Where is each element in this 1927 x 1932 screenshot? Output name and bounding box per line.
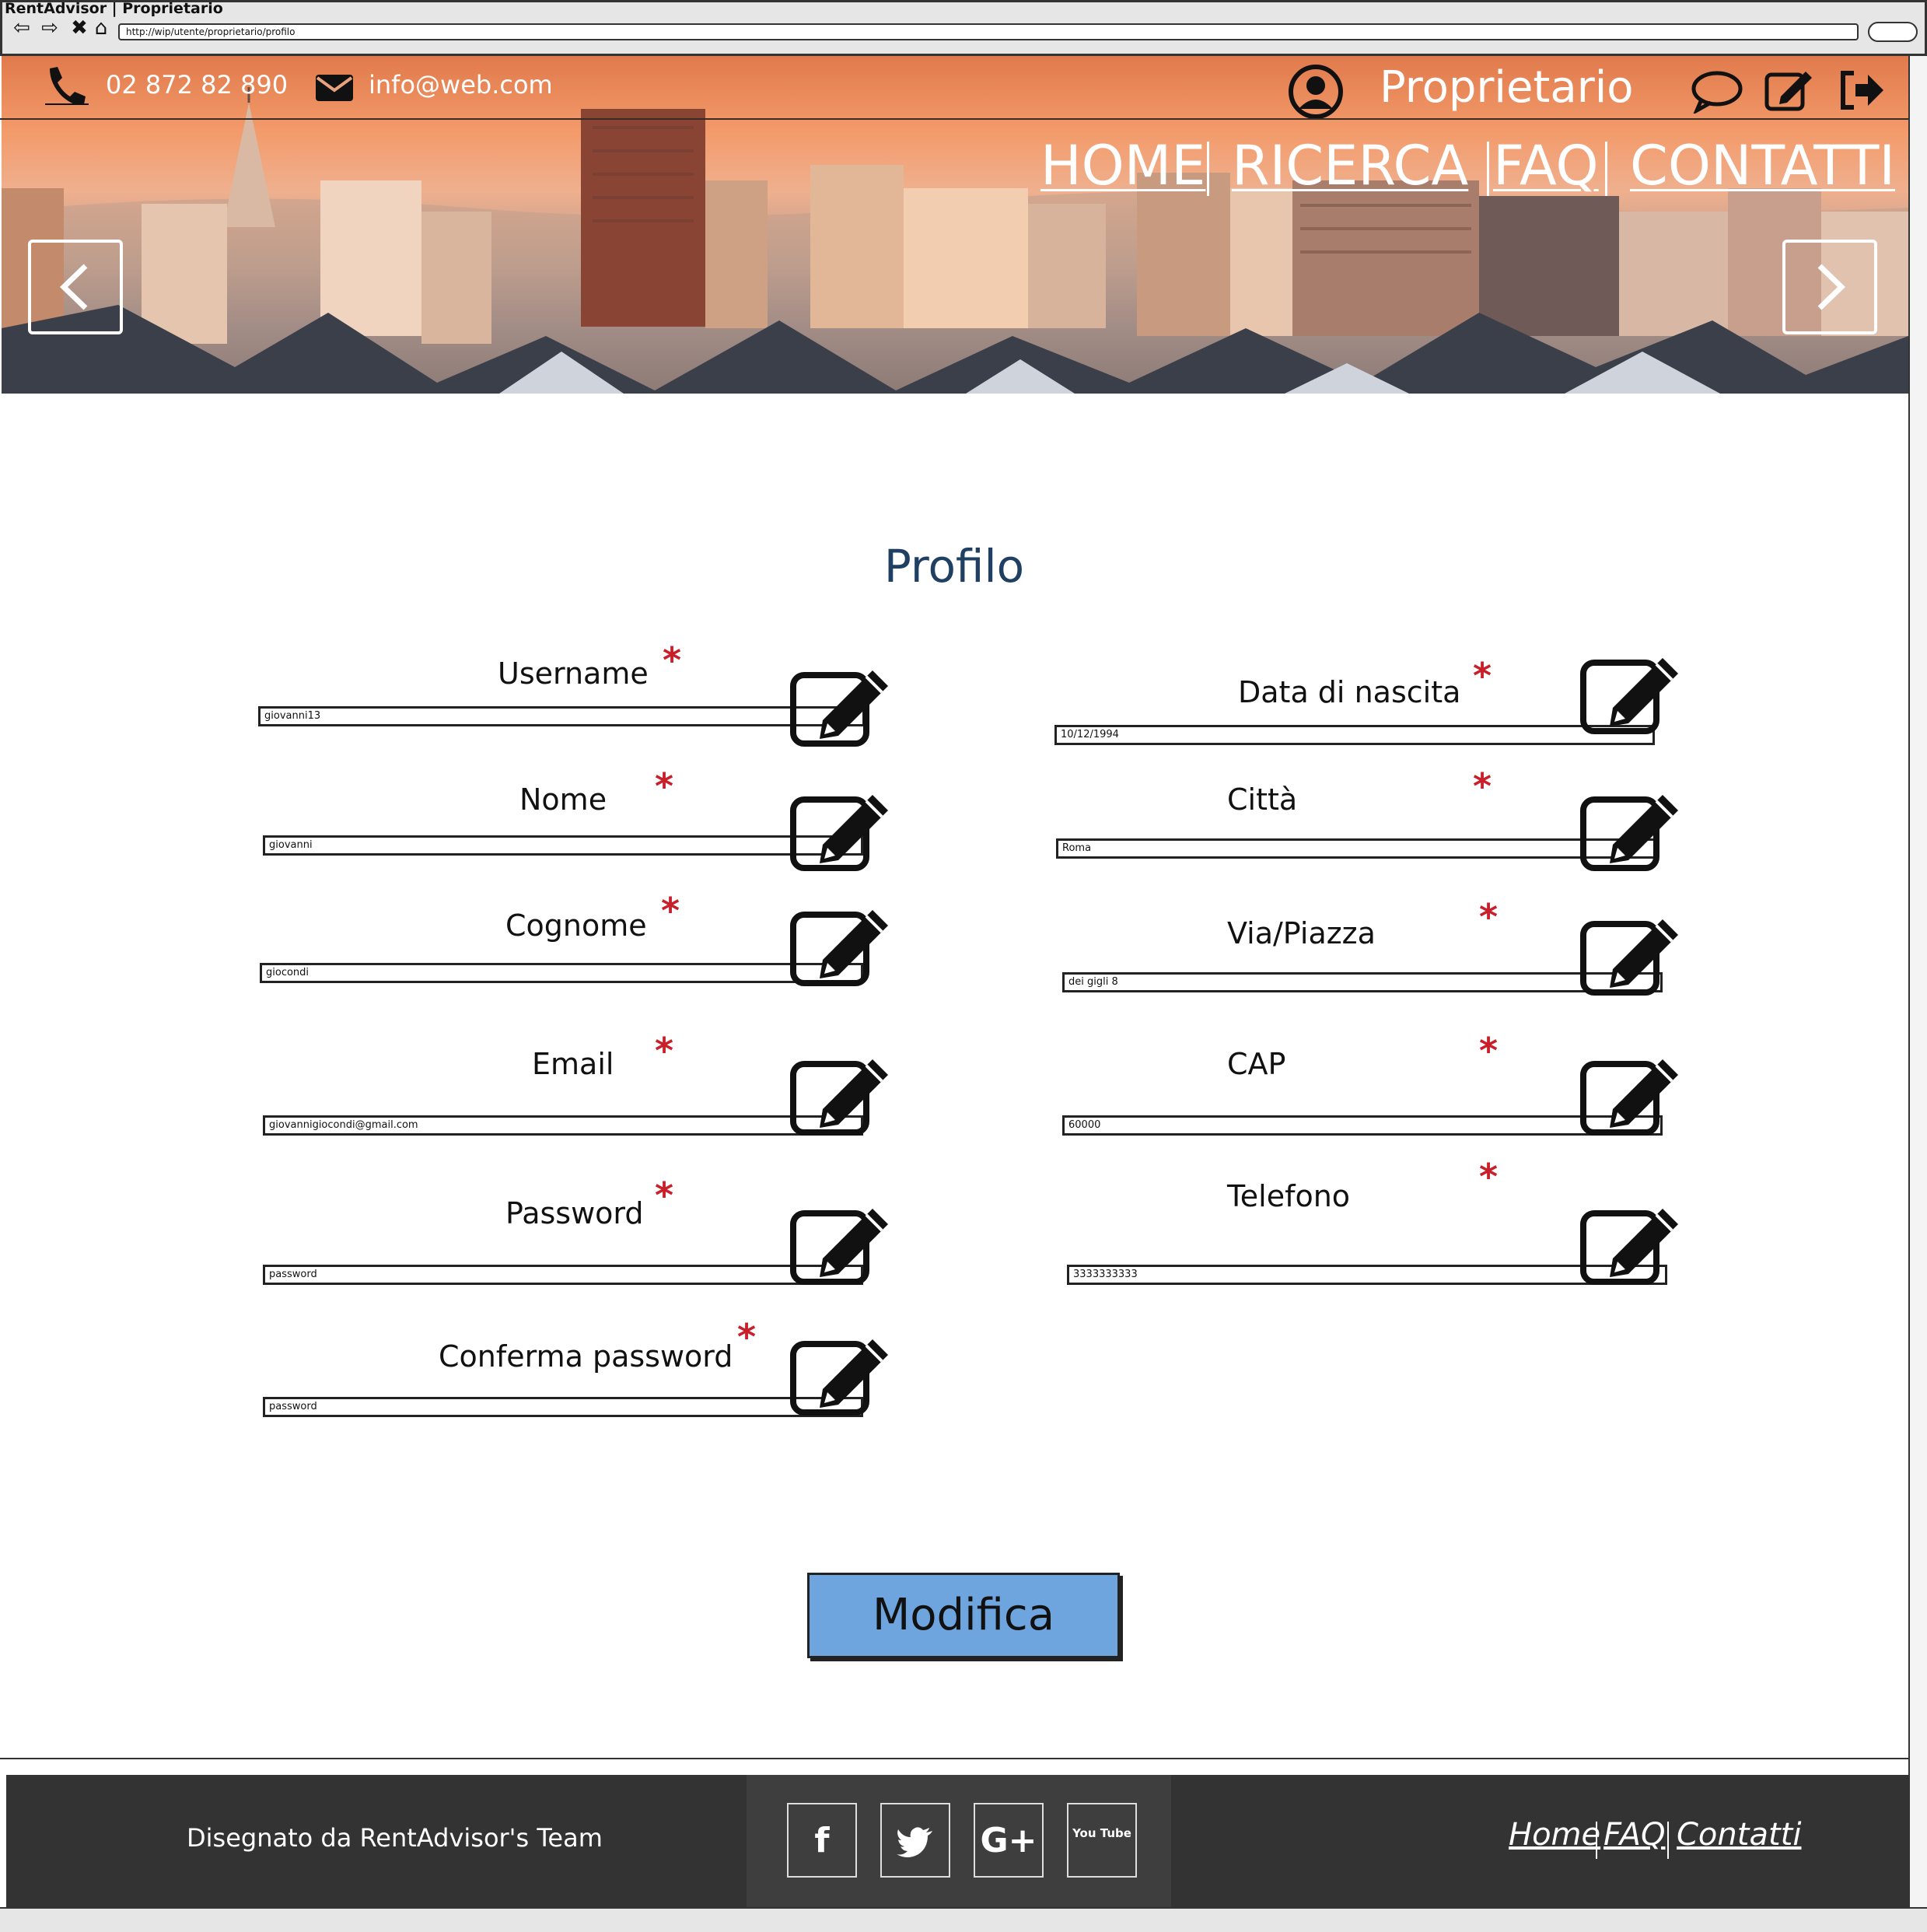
required-marker: *	[661, 890, 680, 932]
google-plus-icon[interactable]: G+	[974, 1803, 1044, 1878]
chat-icon[interactable]	[1691, 68, 1743, 114]
twitter-icon[interactable]	[880, 1803, 950, 1878]
field-input[interactable]: giocondi	[260, 963, 863, 983]
field-input[interactable]: 60000	[1062, 1115, 1663, 1136]
edit-field-icon[interactable]	[789, 1332, 894, 1417]
facebook-icon[interactable]: f	[787, 1803, 857, 1878]
field-input[interactable]: 10/12/1994	[1054, 725, 1655, 745]
field-label: Telefono	[1227, 1179, 1351, 1213]
field-label: Conferma password	[439, 1339, 733, 1374]
footer-credit: Disegnato da RentAdvisor's Team	[187, 1823, 603, 1853]
youtube-icon[interactable]: You Tube	[1067, 1803, 1137, 1878]
edit-field-icon[interactable]	[789, 1201, 894, 1286]
edit-field-icon[interactable]	[1579, 1201, 1684, 1286]
required-marker: *	[1479, 1030, 1499, 1072]
edit-field-icon[interactable]	[789, 663, 894, 748]
footer-separator	[1667, 1822, 1669, 1859]
mail-icon	[316, 75, 353, 101]
browser-search-field[interactable]	[1868, 22, 1918, 42]
nav-separator	[1605, 142, 1607, 196]
required-marker: *	[655, 1030, 674, 1072]
page-title: Profilo	[883, 540, 1025, 593]
edit-field-icon[interactable]	[1579, 787, 1684, 873]
logout-icon[interactable]	[1837, 68, 1885, 112]
footer-link-faq[interactable]: FAQ	[1604, 1817, 1666, 1853]
edit-field-icon[interactable]	[789, 1052, 894, 1137]
field-label: Città	[1227, 782, 1298, 817]
phone-icon	[45, 67, 89, 105]
required-marker: *	[655, 765, 674, 807]
edit-field-icon[interactable]	[789, 787, 894, 873]
field-label: Email	[532, 1047, 614, 1081]
field-input[interactable]: Roma	[1056, 838, 1656, 859]
status-bar	[0, 1907, 1927, 1932]
edit-field-icon[interactable]	[1579, 650, 1684, 736]
edit-field-icon[interactable]	[1579, 1052, 1684, 1137]
edit-profile-icon[interactable]	[1764, 67, 1815, 114]
field-label: Password	[505, 1196, 644, 1230]
slider-prev-button[interactable]	[28, 240, 123, 334]
field-label: Username	[498, 656, 649, 691]
nav-contatti[interactable]: CONTATTI	[1630, 134, 1895, 198]
nav-home[interactable]: HOME	[1040, 134, 1205, 198]
field-label: CAP	[1227, 1047, 1286, 1081]
home-icon[interactable]: ⌂	[90, 17, 112, 39]
required-marker: *	[663, 639, 682, 681]
footer-link-contatti[interactable]: Contatti	[1677, 1817, 1801, 1853]
back-icon[interactable]: ⇦	[11, 17, 33, 39]
chevron-left-icon	[59, 264, 88, 310]
field-input[interactable]: 3333333333	[1067, 1265, 1667, 1285]
nav-ricerca[interactable]: RICERCA	[1232, 134, 1468, 198]
field-label: Via/Piazza	[1227, 916, 1376, 950]
field-label: Cognome	[505, 908, 647, 943]
field-input[interactable]: password	[263, 1265, 863, 1285]
footer-divider	[0, 1758, 1908, 1759]
modifica-button[interactable]: Modifica	[807, 1573, 1120, 1658]
required-marker: *	[1473, 765, 1492, 807]
nav-faq[interactable]: FAQ	[1493, 134, 1599, 198]
required-marker: *	[737, 1316, 757, 1358]
nav-separator	[1487, 142, 1489, 196]
edit-field-icon[interactable]	[1579, 912, 1684, 997]
slider-next-button[interactable]	[1782, 240, 1877, 334]
header-email[interactable]: info@web.com	[369, 70, 553, 100]
close-icon[interactable]: ✖	[68, 17, 90, 39]
user-role-label[interactable]: Proprietario	[1380, 62, 1634, 113]
field-input[interactable]: giovanni	[263, 835, 863, 856]
chevron-right-icon	[1817, 264, 1846, 310]
field-input[interactable]: password	[263, 1397, 863, 1417]
field-input[interactable]: dei gigli 8	[1062, 972, 1663, 992]
footer-separator	[1596, 1822, 1597, 1859]
edit-field-icon[interactable]	[789, 902, 894, 988]
twitter-bird-glyph	[897, 1827, 932, 1857]
footer-link-home[interactable]: Home	[1509, 1817, 1600, 1853]
required-marker: *	[1473, 655, 1492, 697]
field-label: Data di nascita	[1238, 675, 1461, 709]
field-input[interactable]: giovanni13	[258, 706, 865, 726]
address-bar[interactable]: http://wip/utente/proprietario/profilo	[118, 23, 1859, 40]
field-label: Nome	[519, 782, 607, 817]
nav-separator	[1207, 142, 1209, 196]
vertical-scrollbar[interactable]	[1908, 56, 1927, 1907]
field-input[interactable]: giovannigiocondi@gmail.com	[263, 1115, 863, 1136]
header-phone[interactable]: 02 872 82 890	[106, 70, 288, 100]
forward-icon[interactable]: ⇨	[39, 17, 61, 39]
window-title: RentAdvisor | Proprietario	[5, 0, 223, 17]
header-divider	[0, 118, 1908, 120]
required-marker: *	[1479, 896, 1499, 938]
required-marker: *	[1479, 1156, 1499, 1198]
required-marker: *	[655, 1174, 674, 1216]
user-icon[interactable]	[1288, 64, 1344, 120]
